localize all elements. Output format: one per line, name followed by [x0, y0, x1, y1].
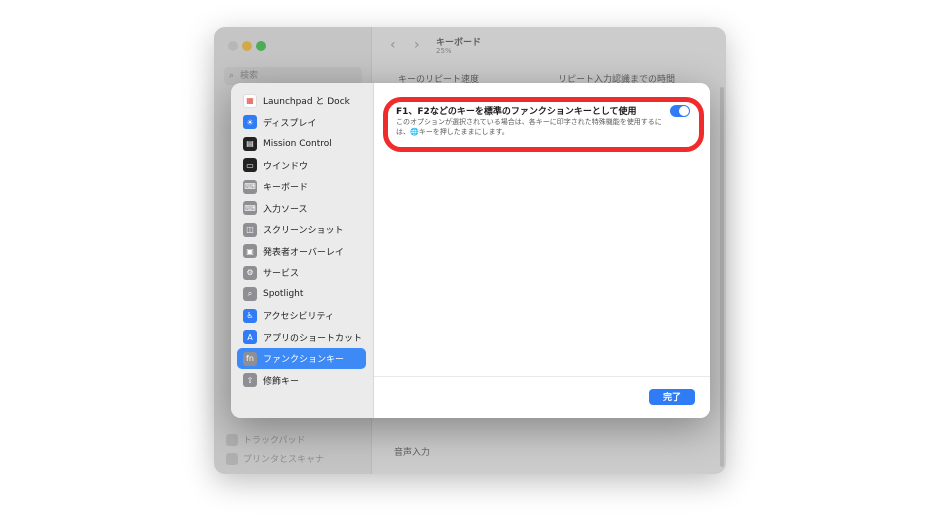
sidebar-item-label: アクセシビリティ: [263, 312, 335, 322]
sidebar-item-mission-control[interactable]: ▤ Mission Control: [237, 133, 366, 154]
services-gear-icon: ⚙: [243, 265, 257, 280]
launchpad-icon: ▦: [243, 93, 257, 108]
screenshot-icon: ◫: [243, 222, 257, 237]
sidebar-item-app-shortcuts[interactable]: A アプリのショートカット: [237, 327, 366, 348]
app-shortcuts-icon: A: [243, 330, 257, 344]
sidebar-item-launchpad[interactable]: ▦ Launchpad と Dock: [237, 90, 366, 111]
modifier-key-icon: ⇧: [243, 373, 257, 387]
window-icon: ▭: [243, 158, 257, 172]
sidebar-item-label: 発表者オーバーレイ: [263, 247, 344, 258]
sidebar-item-display[interactable]: ☀ ディスプレイ: [237, 112, 366, 133]
fn-key-icon: fn: [243, 351, 257, 366]
input-source-icon: ⌨: [243, 201, 257, 215]
red-highlight-annotation: [383, 97, 704, 152]
sidebar-item-fn-key[interactable]: fn ファンクションキー: [237, 348, 366, 369]
sidebar-item-label: サービス: [263, 269, 300, 279]
sidebar-item-presenter-overlay[interactable]: ▣ 発表者オーバーレイ: [237, 241, 366, 262]
footer-divider: [374, 376, 710, 377]
sidebar-item-spotlight[interactable]: ⌕ Spotlight: [237, 284, 366, 305]
sidebar-item-label: ウインドウ: [263, 161, 309, 172]
accessibility-icon: ♿: [243, 308, 257, 323]
sidebar-item-label: 入力ソース: [263, 204, 308, 215]
sidebar-item-label: キーボード: [263, 183, 309, 193]
sidebar-item-label: アプリのショートカット: [263, 333, 363, 344]
sidebar-item-label: ディスプレイ: [263, 118, 317, 129]
presenter-overlay-icon: ▣: [243, 244, 257, 258]
sidebar-item-keyboard[interactable]: ⌨ キーボード: [237, 176, 366, 197]
sidebar-item-input-source[interactable]: ⌨ 入力ソース: [237, 198, 366, 219]
keyboard-shortcuts-sheet: ▦ Launchpad と Dock ☀ ディスプレイ ▤ Mission Control…: [231, 83, 710, 418]
sidebar-item-label: Mission Control: [263, 138, 332, 149]
sidebar-item-window[interactable]: ▭ ウインドウ: [237, 155, 366, 176]
shortcuts-sidebar: ▦ Launchpad と Dock ☀ ディスプレイ ▤ Mission Control…: [231, 83, 374, 418]
sidebar-item-services-gear[interactable]: ⚙ サービス: [237, 262, 366, 283]
sidebar-item-accessibility[interactable]: ♿ アクセシビリティ: [237, 305, 366, 326]
spotlight-icon: ⌕: [243, 287, 257, 301]
sidebar-item-label: Spotlight: [263, 289, 304, 299]
sidebar-item-modifier-key[interactable]: ⇧ 修飾キー: [237, 370, 366, 391]
sidebar-item-label: 修飾キー: [263, 376, 300, 387]
keyboard-icon: ⌨: [243, 179, 257, 194]
sidebar-item-label: Launchpad と Dock: [263, 97, 350, 107]
done-button[interactable]: 完了: [649, 389, 695, 405]
sidebar-item-label: ファンクションキー: [263, 355, 345, 365]
sidebar-item-screenshot[interactable]: ◫ スクリーンショット: [237, 219, 366, 240]
sidebar-item-label: スクリーンショット: [263, 226, 344, 236]
display-icon: ☀: [243, 115, 257, 129]
mission-control-icon: ▤: [243, 136, 257, 151]
